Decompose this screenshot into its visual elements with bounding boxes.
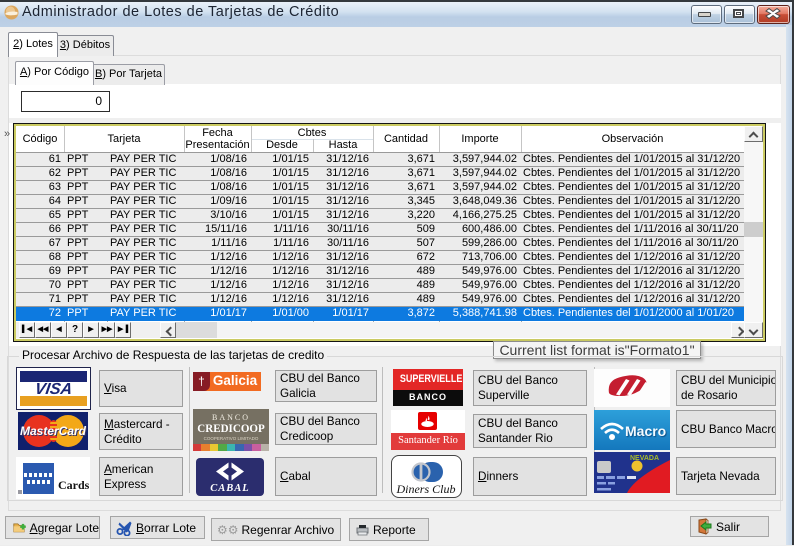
svg-text:CABAL: CABAL: [210, 483, 249, 494]
svg-text:NEVADA: NEVADA: [630, 455, 659, 462]
svg-text:Diners Club: Diners Club: [395, 482, 455, 496]
